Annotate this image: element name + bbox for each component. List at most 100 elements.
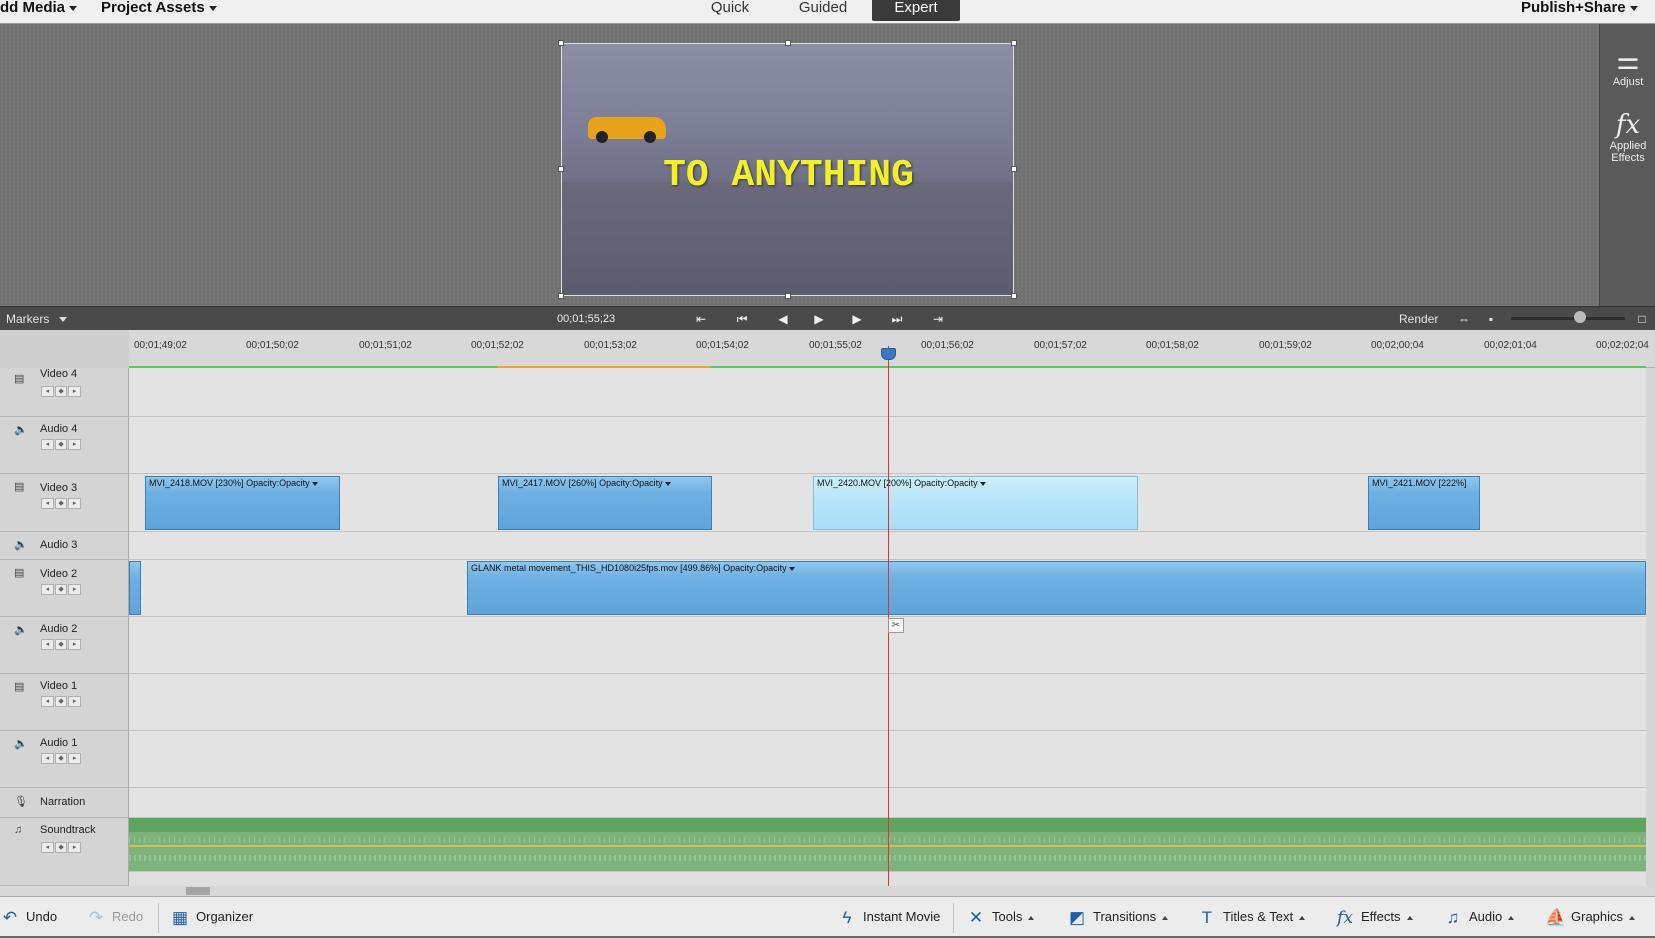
track-header-audio-4[interactable]: 🔈 Audio 4 ◂ ◆ ▸ <box>0 417 129 474</box>
prev-edit-icon[interactable]: ⏮ <box>733 311 751 327</box>
prev-keyframe-icon[interactable]: ◂ <box>41 498 54 509</box>
track-header-narration[interactable]: 🎙 Narration <box>0 788 129 818</box>
playhead-handle[interactable] <box>881 348 896 360</box>
clip-mvi-2417[interactable]: MVI_2417.MOV [260%] Opacity:Opacity <box>498 476 712 530</box>
instant-movie-button[interactable]: ϟ Instant Movie <box>837 897 941 937</box>
clip-mvi-2418[interactable]: MVI_2418.MOV [230%] Opacity:Opacity <box>145 476 340 530</box>
vertical-scrollbar[interactable] <box>1646 368 1655 886</box>
clip-partial[interactable] <box>129 561 141 615</box>
go-to-end-icon[interactable]: ⇥ <box>929 311 947 327</box>
preview-frame[interactable]: TO ANYTHING <box>561 43 1014 296</box>
resize-handle[interactable] <box>1011 293 1017 299</box>
render-button[interactable]: Render <box>1399 312 1438 326</box>
markers-dropdown[interactable]: Markers <box>6 312 80 327</box>
clip-mvi-2421[interactable]: MVI_2421.MOV [222%] <box>1368 476 1480 530</box>
tools-button[interactable]: ✕ Tools <box>966 897 1035 937</box>
zoom-slider-thumb[interactable] <box>1574 311 1586 323</box>
next-keyframe-icon[interactable]: ▸ <box>68 439 82 450</box>
prev-keyframe-icon[interactable]: ◂ <box>41 584 54 595</box>
resize-handle[interactable] <box>1011 166 1017 172</box>
keyframe-controls[interactable]: ◂ ◆ ▸ <box>41 842 82 853</box>
resize-handle[interactable] <box>558 40 564 46</box>
next-keyframe-icon[interactable]: ▸ <box>68 753 82 764</box>
keyframe-controls[interactable]: ◂ ◆ ▸ <box>41 386 82 397</box>
next-keyframe-icon[interactable]: ▸ <box>68 696 82 707</box>
organizer-button[interactable]: ▦ Organizer <box>170 897 253 937</box>
audio-button[interactable]: ♫ Audio <box>1443 897 1515 937</box>
add-keyframe-icon[interactable]: ◆ <box>54 842 68 853</box>
step-forward-icon[interactable]: ▶ <box>848 311 866 327</box>
track-header-video-1[interactable]: ▤ Video 1 ◂ ◆ ▸ <box>0 674 129 731</box>
resize-handle[interactable] <box>1011 40 1017 46</box>
clip-property[interactable]: Opacity:Opacity <box>599 478 663 488</box>
resize-handle[interactable] <box>785 293 791 299</box>
next-keyframe-icon[interactable]: ▸ <box>68 842 82 853</box>
keyframe-controls[interactable]: ◂ ◆ ▸ <box>41 753 82 764</box>
zoom-in-icon[interactable]: □ <box>1633 311 1651 327</box>
current-timecode[interactable]: 00;01;55;23 <box>557 313 615 325</box>
fit-timeline-icon[interactable]: ⇔ <box>1455 311 1473 327</box>
mode-tab-guided[interactable]: Guided <box>790 0 856 21</box>
add-keyframe-icon[interactable]: ◆ <box>54 439 68 450</box>
clip-property[interactable]: Opacity:Opacity <box>723 563 787 573</box>
play-icon[interactable]: ▶ <box>810 311 828 327</box>
track-header-video-3[interactable]: ▤ Video 3 ◂ ◆ ▸ <box>0 474 129 532</box>
applied-effects-button[interactable]: fx Applied Effects <box>1600 110 1655 164</box>
add-media-menu[interactable]: dd Media <box>0 0 78 24</box>
effects-button[interactable]: fx Effects <box>1335 897 1413 937</box>
add-keyframe-icon[interactable]: ◆ <box>54 584 68 595</box>
go-to-start-icon[interactable]: ⇤ <box>692 311 710 327</box>
track-header-soundtrack[interactable]: ♫ Soundtrack ◂ ◆ ▸ <box>0 818 129 886</box>
transitions-button[interactable]: ◩ Transitions <box>1067 897 1169 937</box>
next-keyframe-icon[interactable]: ▸ <box>68 386 82 397</box>
next-keyframe-icon[interactable]: ▸ <box>68 498 82 509</box>
zoom-slider-track[interactable] <box>1511 317 1625 320</box>
clip-property[interactable]: Opacity:Opacity <box>246 478 310 488</box>
mode-tab-quick[interactable]: Quick <box>700 0 760 21</box>
next-keyframe-icon[interactable]: ▸ <box>68 639 82 650</box>
clip-mvi-2420-selected[interactable]: MVI_2420.MOV [200%] Opacity:Opacity <box>813 476 1138 530</box>
resize-handle[interactable] <box>558 166 564 172</box>
next-edit-icon[interactable]: ⏭ <box>888 311 906 327</box>
keyframe-controls[interactable]: ◂ ◆ ▸ <box>41 584 82 595</box>
title-overlay-text[interactable]: TO ANYTHING <box>562 154 1013 197</box>
horizontal-scroll-thumb[interactable] <box>186 887 210 895</box>
horizontal-scrollbar[interactable] <box>0 886 1655 896</box>
track-header-video-2[interactable]: ▤ Video 2 ◂ ◆ ▸ <box>0 560 129 617</box>
clip-property[interactable]: Opacity:Opacity <box>914 478 978 488</box>
prev-keyframe-icon[interactable]: ◂ <box>41 842 54 853</box>
resize-handle[interactable] <box>785 40 791 46</box>
titles-text-button[interactable]: T Titles & Text <box>1197 897 1306 937</box>
next-keyframe-icon[interactable]: ▸ <box>68 584 82 595</box>
track-header-audio-3[interactable]: 🔈 Audio 3 <box>0 532 129 560</box>
adjust-button[interactable]: ⚌ Adjust <box>1600 46 1655 88</box>
redo-button[interactable]: ↷ Redo <box>86 897 143 937</box>
keyframe-controls[interactable]: ◂ ◆ ▸ <box>41 498 82 509</box>
add-keyframe-icon[interactable]: ◆ <box>54 753 68 764</box>
timeline-ruler[interactable]: 00;01;49;02 00;01;50;02 00;01;51;02 00;0… <box>0 330 1655 368</box>
scissors-icon[interactable]: ✂ <box>888 618 904 633</box>
add-keyframe-icon[interactable]: ◆ <box>54 498 68 509</box>
add-keyframe-icon[interactable]: ◆ <box>54 639 68 650</box>
keyframe-controls[interactable]: ◂ ◆ ▸ <box>41 696 82 707</box>
prev-keyframe-icon[interactable]: ◂ <box>41 696 54 707</box>
prev-keyframe-icon[interactable]: ◂ <box>41 639 54 650</box>
track-header-audio-2[interactable]: 🔈 Audio 2 ◂ ◆ ▸ <box>0 617 129 674</box>
keyframe-controls[interactable]: ◂ ◆ ▸ <box>41 439 82 450</box>
step-back-icon[interactable]: ◀ <box>774 311 792 327</box>
graphics-button[interactable]: ⛵ Graphics <box>1545 897 1636 937</box>
prev-keyframe-icon[interactable]: ◂ <box>41 753 54 764</box>
track-header-video-4[interactable]: ▤ Video 4 ◂ ◆ ▸ <box>0 368 129 417</box>
track-header-audio-1[interactable]: 🔈 Audio 1 ◂ ◆ ▸ <box>0 731 129 788</box>
project-assets-menu[interactable]: Project Assets <box>101 0 217 24</box>
playhead-line[interactable] <box>888 346 889 886</box>
add-keyframe-icon[interactable]: ◆ <box>54 386 68 397</box>
mode-tab-expert[interactable]: Expert <box>872 0 960 21</box>
publish-share-menu[interactable]: Publish+Share <box>1521 0 1638 24</box>
resize-handle[interactable] <box>558 293 564 299</box>
prev-keyframe-icon[interactable]: ◂ <box>41 439 54 450</box>
add-keyframe-icon[interactable]: ◆ <box>54 696 68 707</box>
prev-keyframe-icon[interactable]: ◂ <box>41 386 54 397</box>
keyframe-controls[interactable]: ◂ ◆ ▸ <box>41 639 82 650</box>
undo-button[interactable]: ↶ Undo <box>0 897 57 937</box>
